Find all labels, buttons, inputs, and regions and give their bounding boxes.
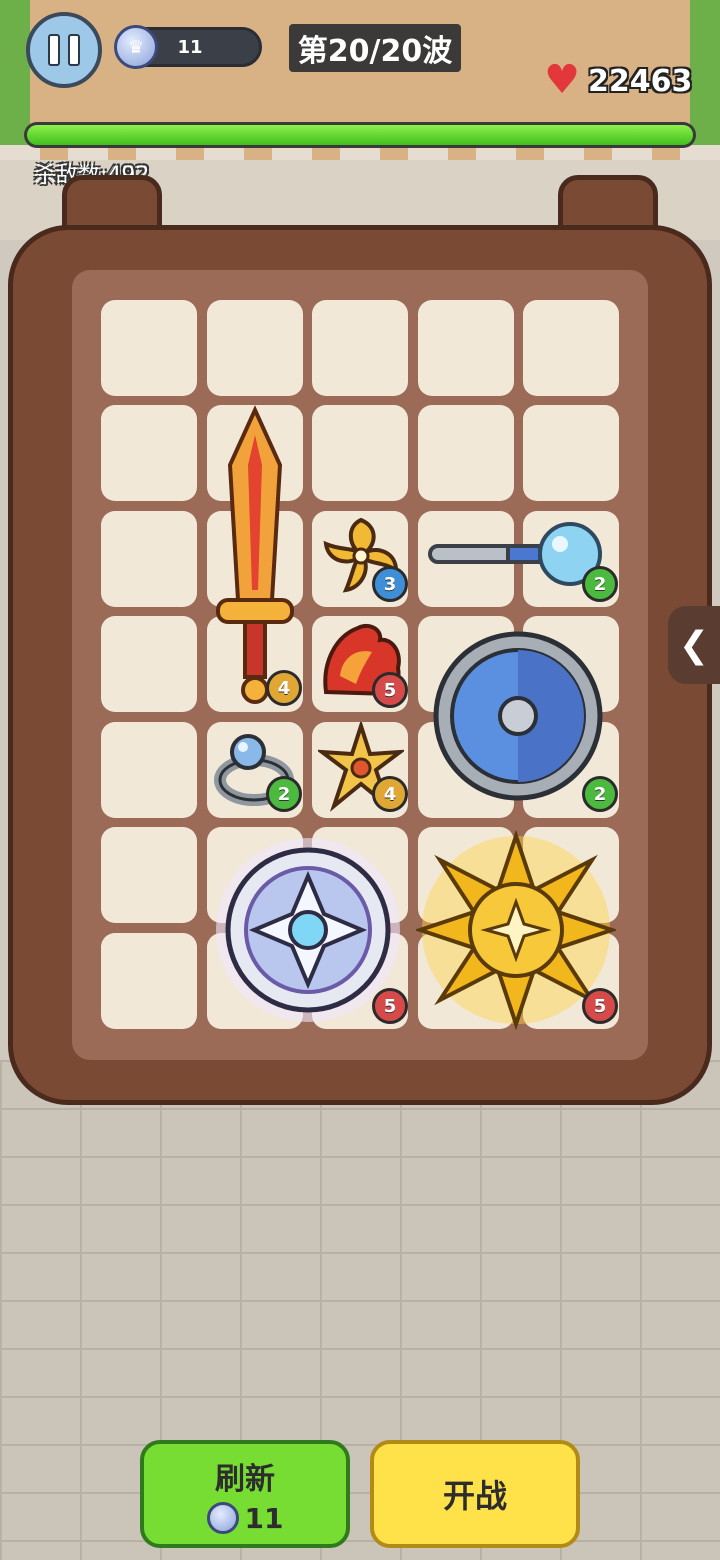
inventory-cell[interactable] — [312, 405, 408, 501]
inventory-cell[interactable] — [101, 722, 197, 818]
sword-item[interactable] — [210, 405, 300, 710]
item-level-badge: 2 — [266, 776, 302, 812]
refresh-button[interactable]: 刷新 11 — [140, 1440, 350, 1548]
heart-icon: ♥ — [544, 57, 580, 103]
inventory-cell[interactable] — [418, 300, 514, 396]
sword-icon — [216, 405, 294, 704]
chevron-left-icon: ❮ — [678, 624, 710, 666]
start-battle-label: 开战 — [442, 1477, 507, 1515]
item-level-badge: 4 — [372, 776, 408, 812]
start-battle-button[interactable]: 开战 — [370, 1440, 580, 1548]
inventory-cell[interactable] — [101, 300, 197, 396]
item-level-badge: 5 — [372, 672, 408, 708]
inventory-cell[interactable] — [312, 300, 408, 396]
crown-coin-icon: ♛ — [114, 25, 158, 69]
hp-value: 22463 — [588, 64, 693, 99]
item-level-badge: 4 — [266, 670, 302, 706]
item-level-badge: 5 — [582, 988, 618, 1024]
item-level-badge: 2 — [582, 776, 618, 812]
shield-item[interactable] — [432, 630, 604, 802]
wave-text: 第20/20波 — [297, 34, 453, 69]
inventory-cell[interactable] — [418, 405, 514, 501]
health-bar-fill — [27, 125, 693, 145]
inventory-cell[interactable] — [207, 300, 303, 396]
health-bar — [24, 122, 696, 148]
pause-button[interactable] — [26, 12, 102, 88]
refresh-label: 刷新 — [215, 1461, 275, 1497]
inventory-cell[interactable] — [101, 616, 197, 712]
pause-icon — [48, 34, 60, 66]
coin-count: 11 — [177, 36, 203, 58]
item-level-badge: 3 — [372, 566, 408, 602]
crown-coin-icon — [206, 1502, 239, 1534]
refresh-cost: 11 — [206, 1501, 284, 1535]
pause-icon-bar — [68, 34, 80, 66]
wave-indicator: 第20/20波 — [289, 24, 461, 72]
item-level-badge: 2 — [582, 566, 618, 602]
inventory-cell[interactable] — [101, 933, 197, 1029]
brick-wall — [0, 1060, 720, 1560]
inventory-cell[interactable] — [523, 300, 619, 396]
round-shield-icon — [433, 631, 603, 801]
inventory-cell[interactable] — [101, 511, 197, 607]
inventory-cell[interactable] — [523, 405, 619, 501]
side-panel-toggle[interactable]: ❮ — [668, 606, 720, 684]
item-level-badge: 5 — [372, 988, 408, 1024]
inventory-cell[interactable] — [101, 405, 197, 501]
refresh-cost-value: 11 — [244, 1501, 284, 1535]
inventory-cell[interactable] — [101, 827, 197, 923]
